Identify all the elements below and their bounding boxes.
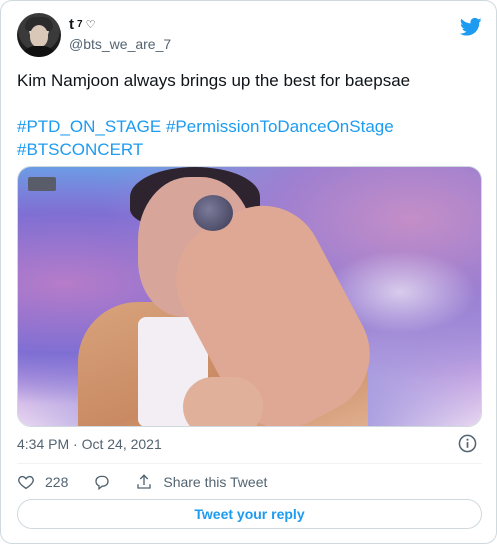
tweet-timestamp[interactable]: 4:34 PM · Oct 24, 2021 — [17, 436, 162, 452]
divider — [17, 463, 482, 464]
tweet-embed-card: t7 ♡ @bts_we_are_7 Kim Namjoon always br… — [0, 0, 497, 544]
twitter-bird-icon[interactable] — [460, 17, 482, 37]
tweet-actions: 228 Share this Tweet — [17, 471, 267, 493]
display-name-text: t — [69, 16, 74, 33]
heart-icon — [18, 475, 34, 490]
share-icon — [137, 474, 152, 489]
tweet-text: Kim Namjoon always brings up the best fo… — [17, 69, 482, 161]
hashtag-line-2[interactable]: #BTSCONCERT — [17, 138, 482, 161]
author-handle[interactable]: @bts_we_are_7 — [69, 35, 171, 53]
tweet-body-line: Kim Namjoon always brings up the best fo… — [17, 71, 411, 90]
share-label: Share this Tweet — [163, 474, 268, 490]
like-count: 228 — [45, 474, 69, 490]
tweet-media-video[interactable] — [17, 166, 482, 427]
like-action[interactable]: 228 — [17, 473, 68, 491]
author-names[interactable]: t7 ♡ @bts_we_are_7 — [69, 15, 171, 53]
broadcast-logo — [28, 177, 56, 191]
tweet-your-reply-button[interactable]: Tweet your reply — [17, 499, 482, 529]
avatar[interactable] — [17, 13, 61, 57]
display-name[interactable]: t7 ♡ — [69, 15, 171, 35]
hashtag-line-1[interactable]: #PTD_ON_STAGE #PermissionToDanceOnStage — [17, 115, 482, 138]
share-action[interactable]: Share this Tweet — [135, 473, 267, 491]
display-name-heart: ♡ — [85, 19, 96, 31]
timestamp-row: 4:34 PM · Oct 24, 2021 — [17, 434, 482, 454]
display-name-superscript: 7 — [77, 19, 83, 30]
reply-icon — [95, 475, 110, 491]
tweet-header: t7 ♡ @bts_we_are_7 — [17, 13, 482, 61]
reply-action[interactable] — [93, 473, 111, 491]
microphone — [193, 195, 233, 231]
info-icon[interactable] — [458, 434, 477, 453]
